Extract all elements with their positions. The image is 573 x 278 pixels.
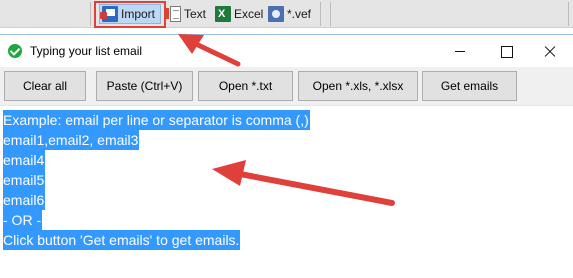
title-bar[interactable]: Typing your list email	[0, 35, 573, 67]
check-circle-icon	[8, 44, 22, 58]
email-text-lines: Example: email per line or separator is …	[3, 110, 310, 250]
text-line: - OR -	[3, 210, 43, 230]
toolbar-separator	[568, 2, 569, 26]
open-xls-button[interactable]: Open *.xls, *.xlsx	[298, 71, 418, 101]
maximize-button[interactable]	[483, 35, 529, 67]
toolbar-separator	[330, 2, 331, 26]
text-button[interactable]: Text	[166, 4, 207, 24]
vcf-label: *.vef	[287, 7, 312, 21]
text-line: email6	[3, 190, 46, 210]
close-button[interactable]	[527, 35, 573, 67]
app-toolbar: Import Text Excel *.vef	[0, 0, 573, 28]
text-line: email4	[3, 150, 46, 170]
paste-button[interactable]: Paste (Ctrl+V)	[96, 71, 193, 101]
vcf-button[interactable]: *.vef	[268, 4, 311, 24]
toolbar-separator	[320, 2, 321, 26]
excel-label: Excel	[234, 7, 264, 21]
clear-all-button[interactable]: Clear all	[4, 71, 86, 101]
email-input-window: Typing your list email Clear all Paste (…	[0, 34, 573, 278]
text-line: email5	[3, 170, 46, 190]
text-line: Click button 'Get emails' to get emails.	[3, 230, 241, 250]
action-button-row: Clear all Paste (Ctrl+V) Open *.txt Open…	[0, 67, 573, 105]
minimize-button[interactable]	[437, 35, 483, 67]
get-emails-button[interactable]: Get emails	[422, 71, 517, 101]
excel-button[interactable]: Excel	[215, 4, 263, 24]
vcf-icon	[268, 6, 284, 22]
toolbar-separator	[90, 2, 91, 26]
open-txt-button[interactable]: Open *.txt	[198, 71, 293, 101]
text-line: Example: email per line or separator is …	[3, 110, 310, 130]
window-title: Typing your list email	[30, 44, 143, 58]
excel-icon	[215, 6, 231, 22]
text-file-icon	[166, 6, 181, 22]
email-text-area[interactable]: Example: email per line or separator is …	[0, 105, 573, 278]
text-line: email1,email2, email3	[3, 130, 140, 150]
text-label: Text	[184, 7, 207, 21]
